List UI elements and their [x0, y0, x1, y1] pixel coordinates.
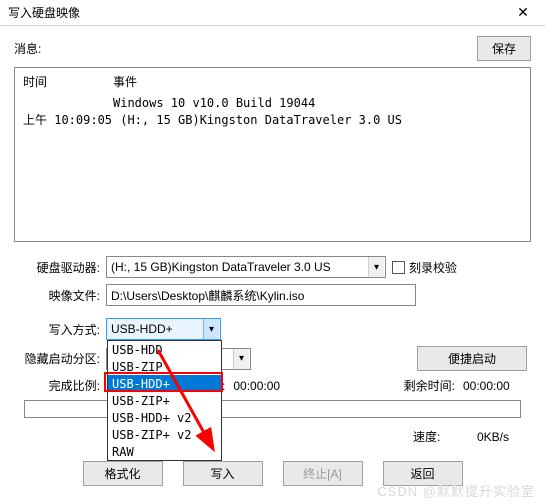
log-event: (H:, 15 GB)Kingston DataTraveler 3.0 US: [113, 112, 402, 129]
method-option[interactable]: USB-HDD+ v2: [108, 409, 221, 426]
log-panel: 时间 事件 Windows 10 v10.0 Build 19044 上午 10…: [14, 67, 531, 242]
verify-label: 刻录校验: [409, 259, 457, 276]
image-path-value: D:\Users\Desktop\麒麟系统\Kylin.iso: [111, 287, 304, 304]
drive-label: 硬盘驱动器:: [18, 259, 106, 276]
log-header-time: 时间: [23, 74, 113, 91]
method-option[interactable]: USB-ZIP: [108, 358, 221, 375]
method-option[interactable]: RAW: [108, 443, 221, 460]
method-option[interactable]: USB-ZIP+: [108, 392, 221, 409]
messages-label: 消息:: [14, 40, 56, 57]
progress-label: 完成比例:: [18, 377, 106, 394]
chevron-down-icon: ▾: [233, 349, 249, 369]
drive-value: (H:, 15 GB)Kingston DataTraveler 3.0 US: [111, 260, 368, 274]
drive-select[interactable]: (H:, 15 GB)Kingston DataTraveler 3.0 US …: [106, 256, 386, 278]
verify-checkbox[interactable]: 刻录校验: [392, 259, 457, 276]
save-button[interactable]: 保存: [477, 36, 531, 61]
image-label: 映像文件:: [18, 287, 106, 304]
progress-bar: [24, 400, 521, 418]
log-time: 上午 10:09:05: [23, 112, 113, 129]
chevron-down-icon: ▾: [203, 319, 219, 339]
method-option[interactable]: USB-HDD+: [108, 375, 221, 392]
remain-value: 00:00:00: [463, 379, 527, 393]
image-path-input[interactable]: D:\Users\Desktop\麒麟系统\Kylin.iso: [106, 284, 416, 306]
remain-label: 剩余时间:: [404, 377, 455, 394]
log-time: [23, 95, 113, 112]
log-event: Windows 10 v10.0 Build 19044: [113, 95, 315, 112]
hidden-label: 隐藏启动分区:: [18, 350, 106, 367]
convenient-boot-button[interactable]: 便捷启动: [417, 346, 527, 371]
write-button[interactable]: 写入: [183, 461, 263, 486]
write-method-dropdown: USB-HDD USB-ZIP USB-HDD+ USB-ZIP+ USB-HD…: [107, 340, 222, 461]
chevron-down-icon: ▾: [368, 257, 384, 277]
speed-label: 速度:: [413, 430, 440, 444]
method-value: USB-HDD+: [111, 322, 203, 336]
elapsed-value: 00:00:00: [233, 379, 280, 393]
format-button[interactable]: 格式化: [83, 461, 163, 486]
method-option[interactable]: USB-ZIP+ v2: [108, 426, 221, 443]
log-row: Windows 10 v10.0 Build 19044: [23, 95, 522, 112]
abort-button[interactable]: 终止[A]: [283, 461, 363, 486]
log-row: 上午 10:09:05 (H:, 15 GB)Kingston DataTrav…: [23, 112, 522, 129]
log-header-event: 事件: [113, 74, 137, 91]
watermark: CSDN @默默提升实验室: [377, 481, 535, 500]
speed-value: 0KB/s: [477, 430, 509, 444]
write-method-select[interactable]: USB-HDD+ ▾ USB-HDD USB-ZIP USB-HDD+ USB-…: [106, 318, 221, 340]
window-title: 写入硬盘映像: [8, 4, 505, 21]
method-option[interactable]: USB-HDD: [108, 341, 221, 358]
checkbox-icon: [392, 261, 405, 274]
close-button[interactable]: ✕: [505, 1, 541, 25]
method-label: 写入方式:: [18, 321, 106, 338]
